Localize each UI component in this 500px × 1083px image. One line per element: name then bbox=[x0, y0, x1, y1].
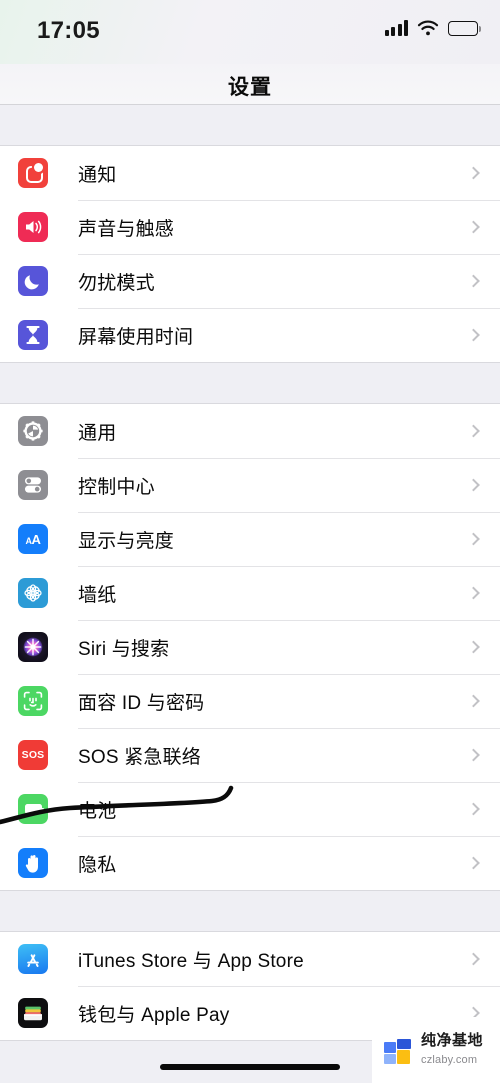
battery-settings-icon bbox=[18, 794, 48, 824]
settings-row-label: 面容 ID 与密码 bbox=[78, 692, 205, 714]
status-bar-indicators bbox=[384, 20, 482, 36]
group-separator-2 bbox=[0, 891, 500, 931]
settings-row-label: 通用 bbox=[78, 422, 117, 444]
chevron-right-icon bbox=[467, 748, 480, 762]
settings-row-label: iTunes Store 与 App Store bbox=[78, 950, 304, 972]
settings-row-itunes-app-store[interactable]: iTunes Store 与 App Store bbox=[0, 932, 500, 986]
control-center-icon bbox=[18, 470, 48, 500]
settings-row-label: Siri 与搜索 bbox=[78, 638, 170, 660]
settings-group-notifications: 通知 声音与触感 勿扰模式 屏幕使用时间 bbox=[0, 145, 500, 363]
settings-row-label: 隐私 bbox=[78, 854, 117, 876]
settings-row-label: 墙纸 bbox=[78, 584, 117, 606]
chevron-right-icon bbox=[467, 532, 480, 546]
page-title: 设置 bbox=[228, 76, 272, 99]
settings-row-screen-time[interactable]: 屏幕使用时间 bbox=[0, 308, 500, 362]
do-not-disturb-icon bbox=[18, 266, 48, 296]
settings-row-label: 通知 bbox=[78, 164, 117, 186]
siri-icon bbox=[18, 632, 48, 662]
settings-row-privacy[interactable]: 隐私 bbox=[0, 836, 500, 890]
settings-row-sos[interactable]: SOS SOS 紧急联络 bbox=[0, 728, 500, 782]
settings-row-siri-search[interactable]: Siri 与搜索 bbox=[0, 620, 500, 674]
settings-row-notifications[interactable]: 通知 bbox=[0, 146, 500, 200]
settings-row-label: 勿扰模式 bbox=[78, 272, 155, 294]
settings-row-battery[interactable]: 电池 bbox=[0, 782, 500, 836]
settings-group-system: 通用 控制中心 AA 显示与亮度 墙纸 Siri 与搜索 面容 ID 与密码 S… bbox=[0, 403, 500, 891]
wallpaper-icon bbox=[18, 578, 48, 608]
display-brightness-icon: AA bbox=[18, 524, 48, 554]
iphone-settings-screen: 17:05 设置 通知 声音与触感 勿扰模式 屏幕使用时间 通用 控制中心 AA… bbox=[0, 0, 500, 1083]
settings-row-label: 控制中心 bbox=[78, 476, 155, 498]
settings-row-label: 电池 bbox=[78, 800, 117, 822]
settings-row-label: 屏幕使用时间 bbox=[78, 326, 194, 348]
chevron-right-icon bbox=[467, 856, 480, 870]
settings-row-display-brightness[interactable]: AA 显示与亮度 bbox=[0, 512, 500, 566]
chevron-right-icon bbox=[467, 166, 480, 180]
cellular-signal-icon bbox=[384, 20, 408, 36]
status-bar: 17:05 bbox=[0, 0, 500, 64]
navigation-bar: 设置 bbox=[0, 64, 500, 105]
sounds-haptics-icon bbox=[18, 212, 48, 242]
list-top-spacer bbox=[0, 105, 500, 145]
home-indicator[interactable] bbox=[160, 1064, 340, 1070]
watermark-url: czlaby.com bbox=[421, 1054, 478, 1066]
settings-row-face-id[interactable]: 面容 ID 与密码 bbox=[0, 674, 500, 728]
watermark-text: 纯净基地 czlaby.com bbox=[421, 1032, 483, 1067]
group-separator-1 bbox=[0, 363, 500, 403]
chevron-right-icon bbox=[467, 694, 480, 708]
watermark: 纯净基地 czlaby.com bbox=[372, 1017, 500, 1083]
settings-row-sounds[interactable]: 声音与触感 bbox=[0, 200, 500, 254]
face-id-icon bbox=[18, 686, 48, 716]
wifi-icon bbox=[417, 20, 439, 36]
privacy-hand-icon bbox=[18, 848, 48, 878]
chevron-right-icon bbox=[467, 640, 480, 654]
chevron-right-icon bbox=[467, 802, 480, 816]
settings-row-label: SOS 紧急联络 bbox=[78, 746, 202, 768]
settings-row-do-not-disturb[interactable]: 勿扰模式 bbox=[0, 254, 500, 308]
chevron-right-icon bbox=[467, 424, 480, 438]
watermark-logo-icon bbox=[384, 1035, 414, 1065]
chevron-right-icon bbox=[467, 274, 480, 288]
settings-row-general[interactable]: 通用 bbox=[0, 404, 500, 458]
chevron-right-icon bbox=[467, 478, 480, 492]
wallet-icon bbox=[18, 998, 48, 1028]
app-store-icon bbox=[18, 944, 48, 974]
chevron-right-icon bbox=[467, 586, 480, 600]
chevron-right-icon bbox=[467, 328, 480, 342]
settings-row-control-center[interactable]: 控制中心 bbox=[0, 458, 500, 512]
chevron-right-icon bbox=[467, 952, 480, 966]
notifications-icon bbox=[18, 158, 48, 188]
settings-row-label: 声音与触感 bbox=[78, 218, 175, 240]
watermark-title: 纯净基地 bbox=[421, 1032, 484, 1050]
settings-row-label: 显示与亮度 bbox=[78, 530, 175, 552]
settings-row-wallpaper[interactable]: 墙纸 bbox=[0, 566, 500, 620]
chevron-right-icon bbox=[467, 220, 480, 234]
sos-icon: SOS bbox=[18, 740, 48, 770]
settings-row-label: 钱包与 Apple Pay bbox=[78, 1004, 230, 1026]
status-bar-time: 17:05 bbox=[37, 17, 100, 44]
gear-icon bbox=[18, 416, 48, 446]
battery-icon bbox=[448, 21, 482, 36]
screen-time-icon bbox=[18, 320, 48, 350]
